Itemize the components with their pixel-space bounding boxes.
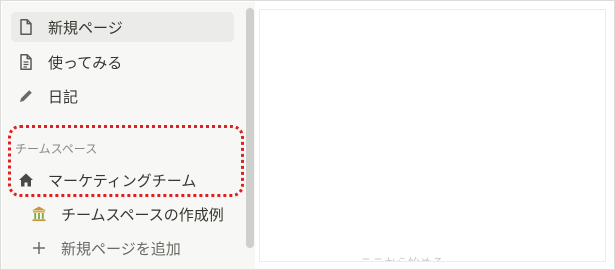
sidebar-item-label: チームスペースの作成例 xyxy=(61,205,224,224)
sidebar-item-teamspace-example[interactable]: チームスペースの作成例 xyxy=(24,199,234,229)
sidebar-item-diary[interactable]: 日記 xyxy=(11,81,234,111)
sidebar-item-new-page[interactable]: 新規ページ xyxy=(11,12,234,42)
sidebar-item-getting-started[interactable]: 使ってみる xyxy=(11,47,234,77)
temple-icon xyxy=(28,203,50,225)
sidebar-item-label: 日記 xyxy=(48,87,79,106)
main-hint-text: ここから始める xyxy=(360,254,444,261)
add-page-button[interactable]: 新規ページを追加 xyxy=(24,233,234,263)
section-title: チームスペース xyxy=(15,142,98,156)
page-icon xyxy=(15,16,37,38)
app-window: 新規ページ 使ってみる 日記 チームスペース マーケティングチーム チームスペー… xyxy=(0,0,615,270)
sidebar-item-label: 使ってみる xyxy=(48,53,123,72)
add-page-label: 新規ページを追加 xyxy=(61,239,181,258)
home-icon xyxy=(15,169,37,191)
plus-icon xyxy=(28,237,50,259)
sidebar: 新規ページ 使ってみる 日記 チームスペース マーケティングチーム チームスペー… xyxy=(2,2,255,269)
pencil-icon xyxy=(15,85,37,107)
sidebar-item-label: マーケティングチーム xyxy=(48,171,197,190)
sidebar-item-label: 新規ページ xyxy=(48,18,123,37)
main-content: ここから始める xyxy=(259,9,606,262)
sidebar-scrollbar[interactable] xyxy=(246,8,254,248)
document-icon xyxy=(15,51,37,73)
sidebar-item-marketing-team[interactable]: マーケティングチーム xyxy=(11,165,234,195)
